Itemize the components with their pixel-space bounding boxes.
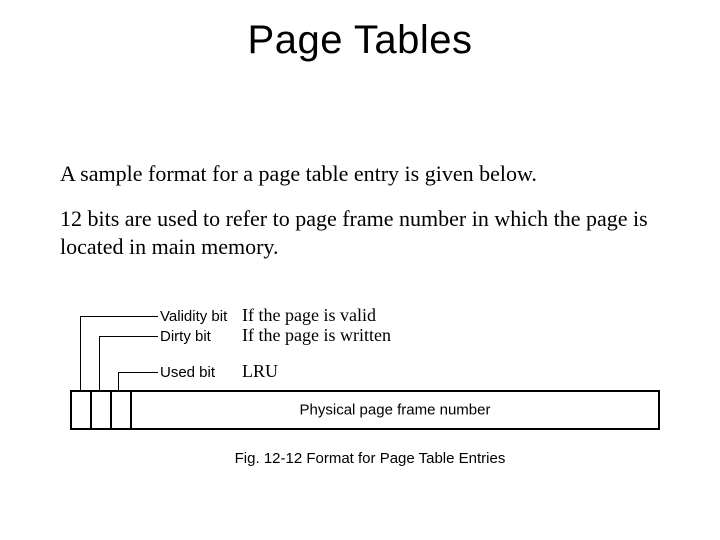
- leader-line: [99, 336, 158, 337]
- slide-title: Page Tables: [0, 18, 720, 63]
- leader-line: [118, 372, 119, 390]
- leader-line: [80, 316, 158, 317]
- used-bit-note: LRU: [242, 362, 278, 382]
- figure-caption: Fig. 12-12 Format for Page Table Entries: [60, 450, 680, 467]
- page-table-entry-diagram: Validity bit Dirty bit Used bit If the p…: [60, 300, 680, 500]
- used-bit-label: Used bit: [160, 364, 215, 381]
- entry-row: Physical page frame number: [70, 390, 660, 430]
- used-bit-cell: [110, 390, 130, 430]
- paragraph-1: A sample format for a page table entry i…: [60, 160, 670, 188]
- frame-number-label: Physical page frame number: [300, 402, 491, 419]
- leader-line: [80, 316, 81, 390]
- leader-line: [99, 336, 100, 390]
- validity-bit-label: Validity bit: [160, 308, 227, 325]
- leader-line: [118, 372, 158, 373]
- slide: Page Tables A sample format for a page t…: [0, 0, 720, 540]
- validity-bit-cell: [70, 390, 90, 430]
- dirty-bit-cell: [90, 390, 110, 430]
- validity-bit-note: If the page is valid: [242, 306, 376, 326]
- paragraph-2: 12 bits are used to refer to page frame …: [60, 205, 670, 260]
- frame-number-cell: Physical page frame number: [130, 390, 660, 430]
- dirty-bit-label: Dirty bit: [160, 328, 211, 345]
- dirty-bit-note: If the page is written: [242, 326, 391, 346]
